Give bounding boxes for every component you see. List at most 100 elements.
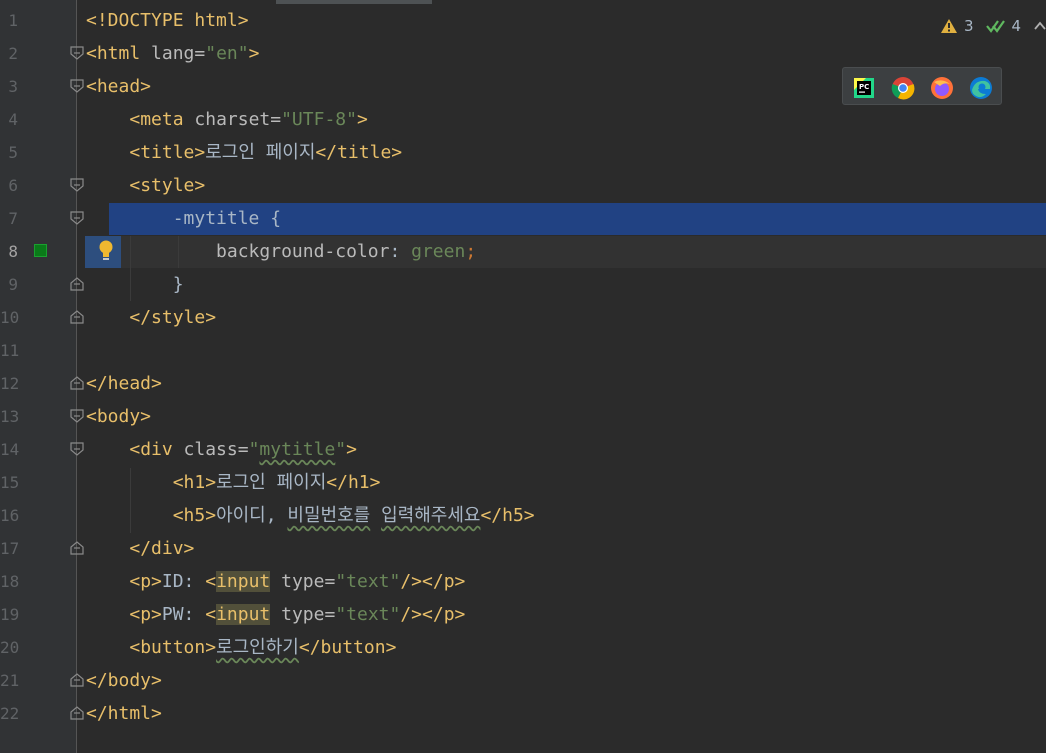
code-token: : — [389, 241, 412, 262]
code-token: charset — [194, 109, 271, 130]
fold-open-icon[interactable] — [70, 178, 84, 192]
code-token: ; — [465, 241, 477, 262]
code-token: <div — [129, 439, 184, 460]
fold-open-icon[interactable] — [70, 46, 84, 60]
code-line[interactable]: 5 <title>로그인 페이지</title> — [0, 136, 1046, 169]
fold-close-icon[interactable] — [70, 541, 84, 555]
code-line[interactable]: 21 </body> — [0, 664, 1046, 697]
code-text[interactable]: <!DOCTYPE html> — [86, 4, 249, 37]
code-line[interactable]: 8 background-color: green; — [0, 235, 1046, 268]
code-line[interactable]: 22 </html> — [0, 697, 1046, 730]
code-token: </title> — [315, 142, 403, 163]
pycharm-icon[interactable]: PC — [852, 76, 876, 100]
code-token: <h5> — [172, 505, 217, 526]
fold-open-icon[interactable] — [70, 409, 84, 423]
code-token: <body> — [86, 406, 152, 427]
fold-close-icon[interactable] — [70, 673, 84, 687]
line-number: 19 — [0, 605, 20, 624]
fold-close-icon[interactable] — [70, 277, 84, 291]
code-text[interactable]: </head> — [86, 367, 162, 400]
fold-close-icon[interactable] — [70, 706, 84, 720]
code-token: html — [96, 43, 152, 64]
firefox-icon[interactable] — [930, 76, 954, 100]
line-number: 13 — [0, 407, 20, 426]
code-text[interactable]: <div class="mytitle"> — [86, 433, 357, 466]
code-text[interactable]: <p>ID: <input type="text"/></p> — [86, 565, 465, 598]
code-text[interactable]: <style> — [86, 169, 205, 202]
code-text[interactable]: </html> — [86, 697, 162, 730]
line-number: 10 — [0, 308, 20, 327]
code-line[interactable]: 9 } — [0, 268, 1046, 301]
line-number: 4 — [8, 110, 18, 129]
fold-open-icon[interactable] — [70, 442, 84, 456]
code-line[interactable]: 16 <h5>아이디, 비밀번호를 입력해주세요</h5> — [0, 499, 1046, 532]
code-token: </h1> — [326, 472, 381, 493]
code-token: type — [281, 571, 325, 592]
code-token: <head> — [86, 76, 152, 97]
code-token: <button> — [129, 637, 217, 658]
code-line[interactable]: 13 <body> — [0, 400, 1046, 433]
code-token: "UTF-8" — [281, 109, 357, 130]
browser-preview-popup: PC — [842, 67, 1002, 105]
code-text[interactable]: </div> — [86, 532, 194, 565]
chrome-icon[interactable] — [891, 76, 915, 100]
code-text[interactable]: background-color: green; — [86, 235, 476, 268]
code-token: < — [205, 571, 217, 592]
code-text[interactable]: <p>PW: <input type="text"/></p> — [86, 598, 465, 631]
chevron-up-icon[interactable] — [1033, 20, 1046, 32]
code-token: "en" — [205, 43, 249, 64]
code-text[interactable]: <meta charset="UTF-8"> — [86, 103, 367, 136]
code-text[interactable]: -mytitle { — [86, 202, 281, 235]
code-token: 로그인 페이지 — [205, 142, 316, 163]
code-line[interactable]: 14 <div class="mytitle"> — [0, 433, 1046, 466]
code-token: > — [346, 439, 357, 460]
code-text[interactable]: <h5>아이디, 비밀번호를 입력해주세요</h5> — [86, 499, 535, 532]
code-token: } — [86, 274, 184, 295]
fold-open-icon[interactable] — [70, 79, 84, 93]
code-text[interactable]: <body> — [86, 400, 151, 433]
edge-icon[interactable] — [969, 76, 993, 100]
code-token: < — [86, 43, 97, 64]
code-text[interactable]: <html lang="en"> — [86, 37, 259, 70]
fold-open-icon[interactable] — [70, 211, 84, 225]
line-number: 11 — [0, 341, 20, 360]
line-number: 7 — [8, 209, 18, 228]
code-line[interactable]: 12 </head> — [0, 367, 1046, 400]
code-token: <style> — [129, 175, 206, 196]
code-token: </h5> — [480, 505, 535, 526]
code-line[interactable]: 4 <meta charset="UTF-8"> — [0, 103, 1046, 136]
code-token: </body> — [86, 670, 162, 691]
code-line[interactable]: 17 </div> — [0, 532, 1046, 565]
code-token: <!DOCTYPE html> — [86, 10, 249, 31]
code-text[interactable]: <head> — [86, 70, 151, 103]
code-line[interactable]: 1 <!DOCTYPE html> — [0, 4, 1046, 37]
line-number: 2 — [8, 44, 18, 63]
code-line[interactable]: 11 — [0, 334, 1046, 367]
line-number: 22 — [0, 704, 20, 723]
code-token: = — [324, 604, 336, 625]
code-text[interactable]: <button>로그인하기</button> — [86, 631, 396, 664]
line-number: 21 — [0, 671, 20, 690]
code-text[interactable]: } — [86, 268, 184, 301]
fold-close-icon[interactable] — [70, 376, 84, 390]
code-text[interactable]: <title>로그인 페이지</title> — [86, 136, 402, 169]
line-number: 15 — [0, 473, 20, 492]
code-line[interactable]: 18 <p>ID: <input type="text"/></p> — [0, 565, 1046, 598]
code-line[interactable]: 2 <html lang="en"> — [0, 37, 1046, 70]
code-token: " — [335, 439, 347, 460]
code-token: /></p> — [400, 604, 466, 625]
code-token: input — [216, 571, 271, 592]
fold-close-icon[interactable] — [70, 310, 84, 324]
code-line[interactable]: 15 <h1>로그인 페이지</h1> — [0, 466, 1046, 499]
code-line[interactable]: 20 <button>로그인하기</button> — [0, 631, 1046, 664]
code-line[interactable]: 6 <style> — [0, 169, 1046, 202]
code-line[interactable]: 19 <p>PW: <input type="text"/></p> — [0, 598, 1046, 631]
code-text[interactable]: </style> — [86, 301, 216, 334]
inspection-status[interactable]: 3 4 — [940, 14, 1046, 38]
code-text[interactable]: </body> — [86, 664, 162, 697]
code-line[interactable]: 7 -mytitle { — [0, 202, 1046, 235]
code-text[interactable]: <h1>로그인 페이지</h1> — [86, 466, 381, 499]
code-line[interactable]: 10 </style> — [0, 301, 1046, 334]
